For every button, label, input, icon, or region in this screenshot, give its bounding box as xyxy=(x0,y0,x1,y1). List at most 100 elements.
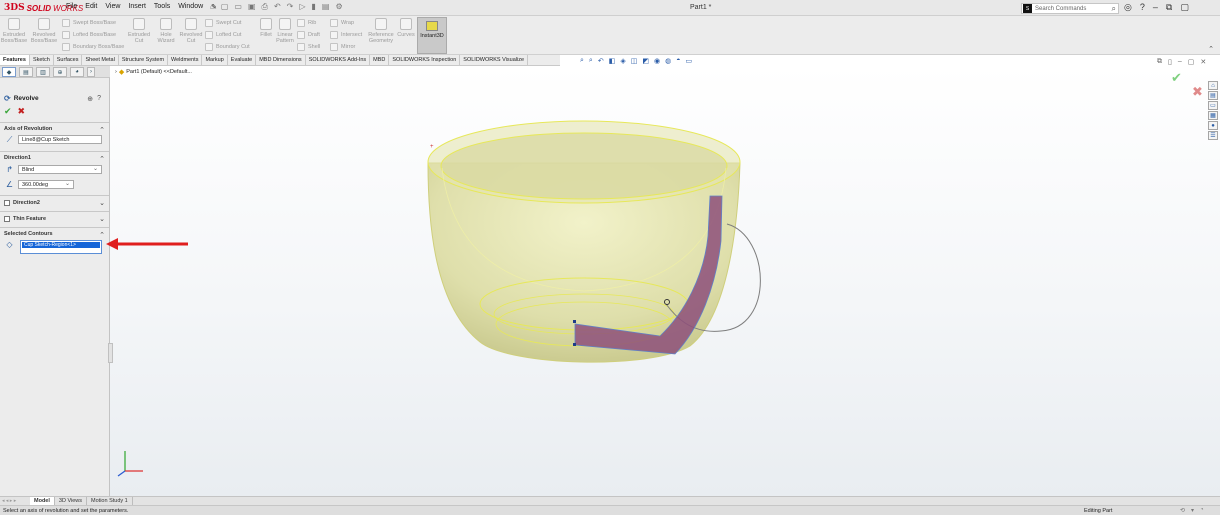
confirm-corner-cancel-icon[interactable]: ✖ xyxy=(1192,84,1203,100)
expand-chevron-icon[interactable]: ⌄ xyxy=(99,215,105,223)
open-icon[interactable]: ▭ xyxy=(234,2,242,12)
rebuild-icon[interactable]: ▮ xyxy=(312,2,316,12)
tab-mbd-dimensions[interactable]: MBD Dimensions xyxy=(256,55,306,65)
menu-edit[interactable]: Edit xyxy=(85,3,97,11)
appearances-icon[interactable]: ● xyxy=(1208,121,1218,130)
search-commands-box[interactable]: S Search Commands ⌕ xyxy=(1021,3,1119,14)
menu-window[interactable]: Window xyxy=(178,3,203,11)
curves-button[interactable]: Curves xyxy=(397,18,415,38)
axis-selection-field[interactable]: Line8@Cup Sketch xyxy=(18,135,102,144)
tab-surfaces[interactable]: Surfaces xyxy=(54,55,83,65)
previous-view-icon[interactable]: ↶ xyxy=(598,57,604,65)
extruded-cut-button[interactable]: Extruded Cut xyxy=(128,18,150,44)
apply-scene-icon[interactable]: ◓ xyxy=(676,57,680,65)
tab-scroll-arrows[interactable]: ◂ ◂ ▸ ▸ xyxy=(0,497,30,505)
selected-contours-list[interactable]: Cup Sketch-Region<1> xyxy=(20,240,102,254)
menu-file[interactable]: File xyxy=(66,3,77,11)
draft-button[interactable]: Draft xyxy=(297,31,320,39)
collapse-chevron-icon[interactable]: ⌃ xyxy=(99,155,105,163)
pane-splitter-handle[interactable] xyxy=(108,343,113,363)
menu-view[interactable]: View xyxy=(105,3,120,11)
thin-feature-header[interactable]: Thin Feature ⌄ xyxy=(4,215,105,223)
pm-pin-icon[interactable]: ⊕ xyxy=(87,95,93,103)
options-gear-icon[interactable]: ⚙ xyxy=(335,2,342,12)
units-status-icon[interactable]: ▾ xyxy=(1191,507,1194,514)
home-icon[interactable]: ⌂ xyxy=(210,2,215,12)
collapse-ribbon-icon[interactable]: ⌃ xyxy=(1208,45,1214,53)
custom-properties-icon[interactable]: ☰ xyxy=(1208,131,1218,140)
contours-header[interactable]: Selected Contours ⌃ xyxy=(4,231,105,239)
tab-evaluate[interactable]: Evaluate xyxy=(228,55,257,65)
sketch-point[interactable] xyxy=(573,343,576,346)
end-condition-select[interactable]: Blind xyxy=(18,165,102,174)
maximize-icon[interactable]: ▢ xyxy=(1180,2,1189,13)
propertymanager-tab-icon[interactable]: ▤ xyxy=(19,67,33,77)
tab-solidworks-addins[interactable]: SOLIDWORKS Add-Ins xyxy=(306,55,371,65)
solidworks-resources-icon[interactable]: ⌂ xyxy=(1208,81,1218,90)
search-input[interactable]: Search Commands xyxy=(1035,6,1086,12)
revolved-cut-button[interactable]: Revolved Cut xyxy=(180,18,202,44)
cancel-x-icon[interactable]: ✖ xyxy=(18,106,26,117)
direction2-checkbox[interactable]: Direction2 xyxy=(4,199,40,207)
hole-wizard-button[interactable]: Hole Wizard xyxy=(155,18,177,44)
axis-section-header[interactable]: Axis of Revolution ⌃ xyxy=(4,126,105,134)
save-icon[interactable]: ▣ xyxy=(248,2,256,12)
tab-sketch[interactable]: Sketch xyxy=(30,55,54,65)
tab-solidworks-inspection[interactable]: SOLIDWORKS Inspection xyxy=(389,55,461,65)
select-icon[interactable]: ▷ xyxy=(299,2,305,12)
file-properties-icon[interactable]: ▤ xyxy=(322,2,330,12)
user-account-icon[interactable]: ◎ xyxy=(1124,2,1132,13)
model-preview[interactable]: + xyxy=(110,66,1220,496)
mirror-button[interactable]: Mirror xyxy=(330,43,355,51)
tab-model[interactable]: Model xyxy=(30,497,55,505)
view-settings-icon[interactable]: ▭ xyxy=(685,57,692,65)
print-icon[interactable]: ⎙ xyxy=(262,2,268,12)
confirm-corner-ok-icon[interactable]: ✔ xyxy=(1171,70,1182,86)
displaymanager-tab-icon[interactable]: ◕ xyxy=(70,67,84,77)
help-icon[interactable]: ? xyxy=(1140,2,1145,13)
instant3d-button[interactable]: Instant3D xyxy=(417,17,447,54)
angle-input[interactable]: 360.00deg xyxy=(18,180,74,189)
boundary-boss-button[interactable]: Boundary Boss/Base xyxy=(62,43,124,51)
tab-3d-views[interactable]: 3D Views xyxy=(55,497,88,505)
viewport-minimize-icon[interactable]: – xyxy=(1178,58,1182,66)
section-view-icon[interactable]: ◧ xyxy=(609,57,616,65)
view-palette-icon[interactable]: ▦ xyxy=(1208,111,1218,120)
undo-icon[interactable]: ↶ xyxy=(274,2,281,12)
file-explorer-icon[interactable]: ▭ xyxy=(1208,101,1218,110)
graphics-area[interactable]: › ◆ Part1 (Default) <<Default... + ✔ ✖ ⌂… xyxy=(110,66,1220,496)
view-orientation-icon[interactable]: ◫ xyxy=(631,57,638,65)
lofted-cut-button[interactable]: Lofted Cut xyxy=(205,31,241,39)
reverse-direction-icon[interactable]: ↱ xyxy=(4,165,15,174)
edit-appearance-icon[interactable]: ◍ xyxy=(665,57,671,65)
revolved-boss-button[interactable]: Revolved Boss/Base xyxy=(31,18,57,44)
intersect-button[interactable]: Intersect xyxy=(330,31,362,39)
tab-markup[interactable]: Markup xyxy=(202,55,228,65)
featuremanager-tab-icon[interactable]: ◆ xyxy=(2,67,16,77)
expand-chevron-icon[interactable]: ⌄ xyxy=(99,199,105,207)
menu-insert[interactable]: Insert xyxy=(128,3,146,11)
viewport-close-icon[interactable]: ✕ xyxy=(1200,58,1206,66)
minimize-icon[interactable]: – xyxy=(1153,2,1158,13)
thin-feature-checkbox[interactable]: Thin Feature xyxy=(4,215,46,223)
lofted-boss-button[interactable]: Lofted Boss/Base xyxy=(62,31,116,39)
shell-button[interactable]: Shell xyxy=(297,43,320,51)
boundary-cut-button[interactable]: Boundary Cut xyxy=(205,43,250,51)
contour-list-item[interactable]: Cup Sketch-Region<1> xyxy=(22,242,100,248)
tab-mbd[interactable]: MBD xyxy=(370,55,390,65)
tab-motion-study-1[interactable]: Motion Study 1 xyxy=(87,497,133,505)
configurationmanager-tab-icon[interactable]: ▥ xyxy=(36,67,50,77)
tab-structure-system[interactable]: Structure System xyxy=(119,55,169,65)
restore-icon[interactable]: ⧉ xyxy=(1166,2,1172,13)
rib-button[interactable]: Rib xyxy=(297,19,316,27)
tab-solidworks-visualize[interactable]: SOLIDWORKS Visualize xyxy=(460,55,529,65)
search-icon[interactable]: ⌕ xyxy=(1112,4,1116,14)
viewport-restore-icon[interactable]: ⧉ xyxy=(1157,58,1162,66)
fillet-button[interactable]: Fillet xyxy=(257,18,275,38)
linear-pattern-button[interactable]: Linear Pattern xyxy=(275,18,295,44)
zoom-to-fit-icon[interactable]: ⌕ xyxy=(580,57,584,65)
ok-checkmark-icon[interactable]: ✔ xyxy=(4,106,12,117)
swept-cut-button[interactable]: Swept Cut xyxy=(205,19,241,27)
direction1-header[interactable]: Direction1 ⌃ xyxy=(4,155,105,163)
reference-geometry-button[interactable]: Reference Geometry xyxy=(366,18,396,44)
